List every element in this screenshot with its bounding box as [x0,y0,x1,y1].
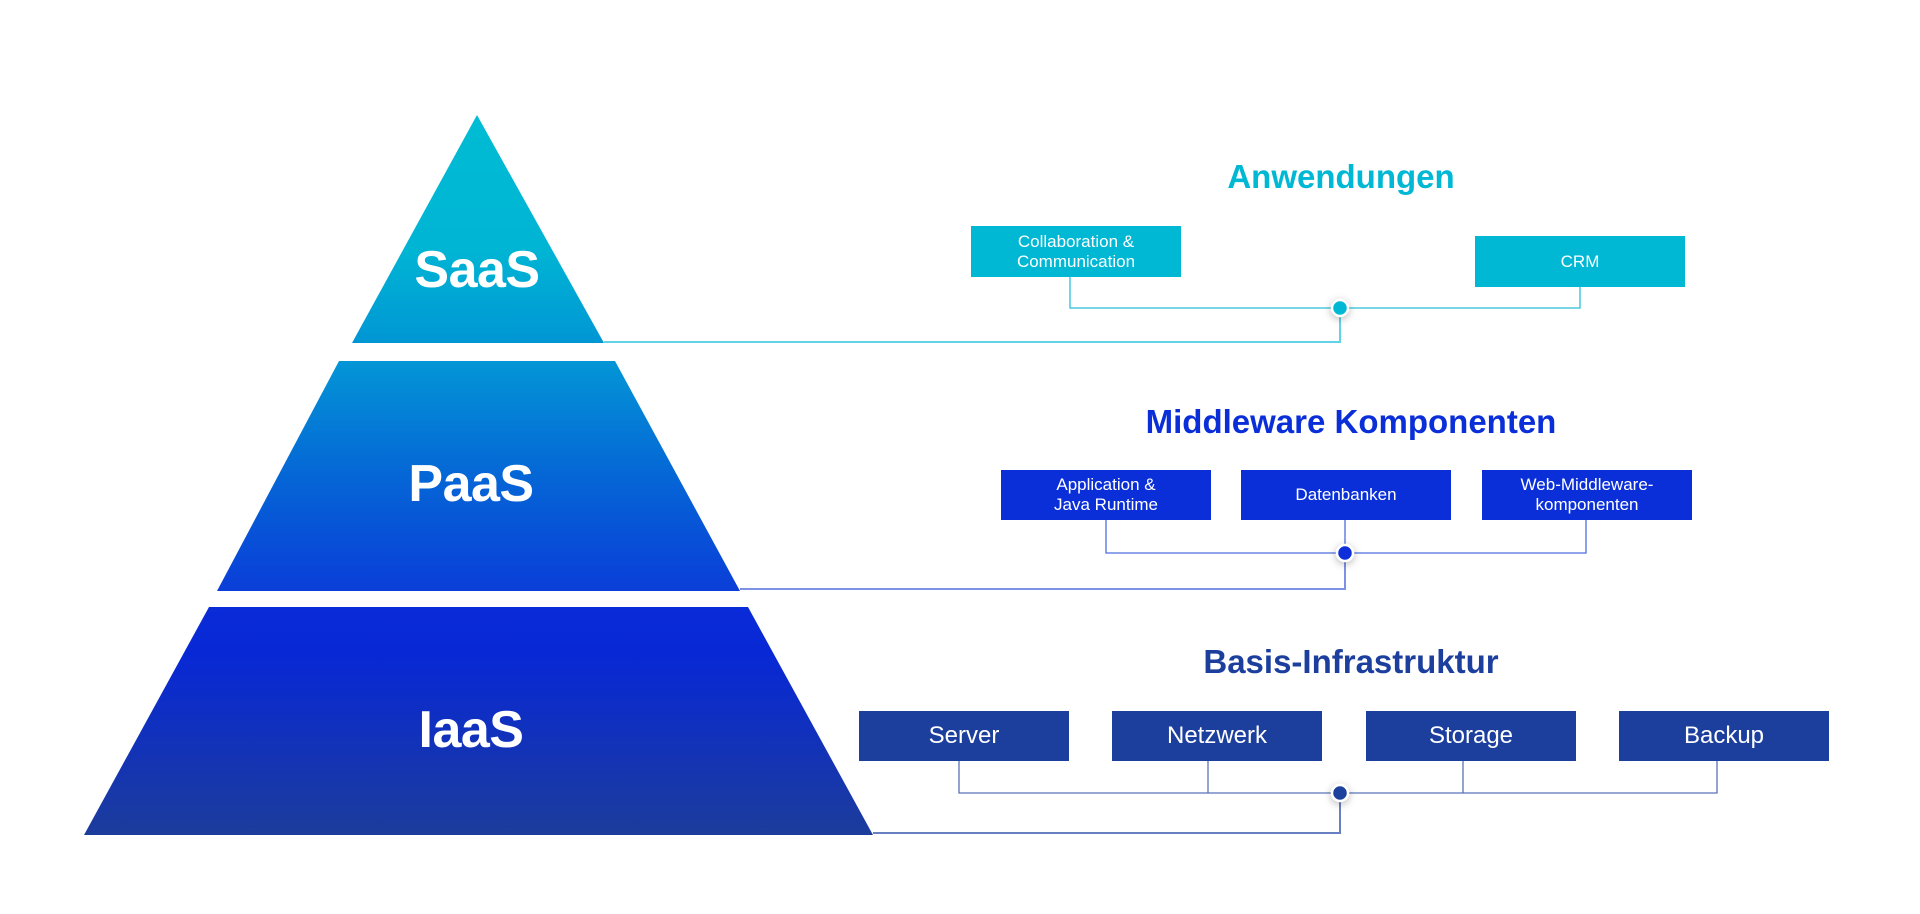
iaas-item-storage[interactable]: Storage [1366,711,1576,761]
iaas-connector-dot [1330,783,1350,803]
paas-connector-dot [1335,543,1355,563]
iaas-item-label: Backup [1683,722,1765,749]
paas-item-web-middleware[interactable]: Web-Middleware- komponenten [1482,470,1692,520]
saas-item-collaboration[interactable]: Collaboration & Communication [971,226,1181,277]
iaas-group-title: Basis-Infrastruktur [1203,643,1499,680]
saas-group-title: Anwendungen [1227,158,1455,195]
paas-item-datenbanken[interactable]: Datenbanken [1241,470,1451,520]
iaas-item-server[interactable]: Server [859,711,1069,761]
diagram-canvas [84,115,1718,835]
saas-layer [352,115,604,343]
saas-item-label: CRM [1560,251,1600,271]
paas-item-label: Application & Java Runtime [1054,475,1158,514]
saas-item-label: Collaboration & Communication [1016,231,1136,271]
saas-connectors [604,277,1581,343]
iaas-connectors [873,761,1718,834]
paas-item-application-runtime[interactable]: Application & Java Runtime [1001,470,1211,520]
iaas-item-label: Netzwerk [1166,722,1268,749]
paas-connectors [740,520,1587,590]
saas-item-crm[interactable]: CRM [1475,236,1685,287]
iaas-item-backup[interactable]: Backup [1619,711,1829,761]
saas-connector-dot [1330,298,1350,318]
paas-item-label: Datenbanken [1295,485,1397,504]
iaas-label: IaaS [418,701,524,759]
paas-label: PaaS [408,455,534,513]
paas-group-title: Middleware Komponenten [1145,403,1557,440]
paas-item-label: Web-Middleware- komponenten [1520,475,1654,514]
iaas-item-label: Server [928,722,1000,749]
iaas-item-label: Storage [1428,722,1514,749]
iaas-item-netzwerk[interactable]: Netzwerk [1112,711,1322,761]
saas-label: SaaS [414,241,540,299]
